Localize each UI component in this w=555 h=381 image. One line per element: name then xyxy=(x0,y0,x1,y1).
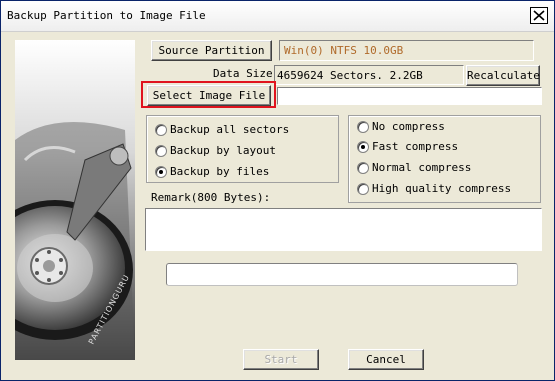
radio-label: Backup by files xyxy=(170,165,270,178)
radio-icon xyxy=(357,162,369,174)
hard-disk-illustration: PARTITIONGURU xyxy=(15,40,135,360)
radio-selected-icon xyxy=(357,141,369,153)
start-button[interactable]: Start xyxy=(243,349,319,370)
recalculate-button[interactable]: Recalculate xyxy=(466,65,540,86)
remark-textarea[interactable] xyxy=(145,208,542,251)
compression-group: No compress Fast compress Normal compres… xyxy=(348,115,541,203)
data-size-label: Data Size: xyxy=(213,67,280,80)
radio-icon xyxy=(357,121,369,133)
radio-icon xyxy=(155,124,167,136)
radio-icon xyxy=(155,145,167,157)
cancel-button[interactable]: Cancel xyxy=(348,349,424,370)
source-partition-button[interactable]: Source Partition xyxy=(151,40,272,61)
radio-label: Fast compress xyxy=(372,140,459,153)
remark-label: Remark(800 Bytes): xyxy=(151,191,271,204)
hard-disk-icon: PARTITIONGURU xyxy=(15,40,135,360)
image-file-path-input[interactable] xyxy=(277,87,542,105)
highlight-frame xyxy=(141,81,276,108)
backup-mode-group: Backup all sectors Backup by layout Back… xyxy=(146,115,339,183)
radio-label: No compress xyxy=(372,120,445,133)
radio-icon xyxy=(357,183,369,195)
radio-label: Backup by layout xyxy=(170,144,276,157)
window-title: Backup Partition to Image File xyxy=(7,9,206,22)
radio-label: Backup all sectors xyxy=(170,123,290,136)
title-bar: Backup Partition to Image File xyxy=(1,1,554,32)
radio-label: High quality compress xyxy=(372,182,512,195)
radio-label: Normal compress xyxy=(372,161,472,174)
progress-bar xyxy=(166,263,518,286)
source-partition-field: Win(0) NTFS 10.0GB xyxy=(279,40,534,61)
radio-selected-icon xyxy=(155,166,167,178)
source-partition-value: Win(0) NTFS 10.0GB xyxy=(284,44,404,57)
data-size-value: 4659624 Sectors. 2.2GB xyxy=(277,69,423,82)
close-icon xyxy=(533,10,545,21)
data-size-field: 4659624 Sectors. 2.2GB xyxy=(274,65,464,85)
backup-dialog: Backup Partition to Image File PARTITION… xyxy=(0,0,555,381)
close-button[interactable] xyxy=(530,7,548,24)
